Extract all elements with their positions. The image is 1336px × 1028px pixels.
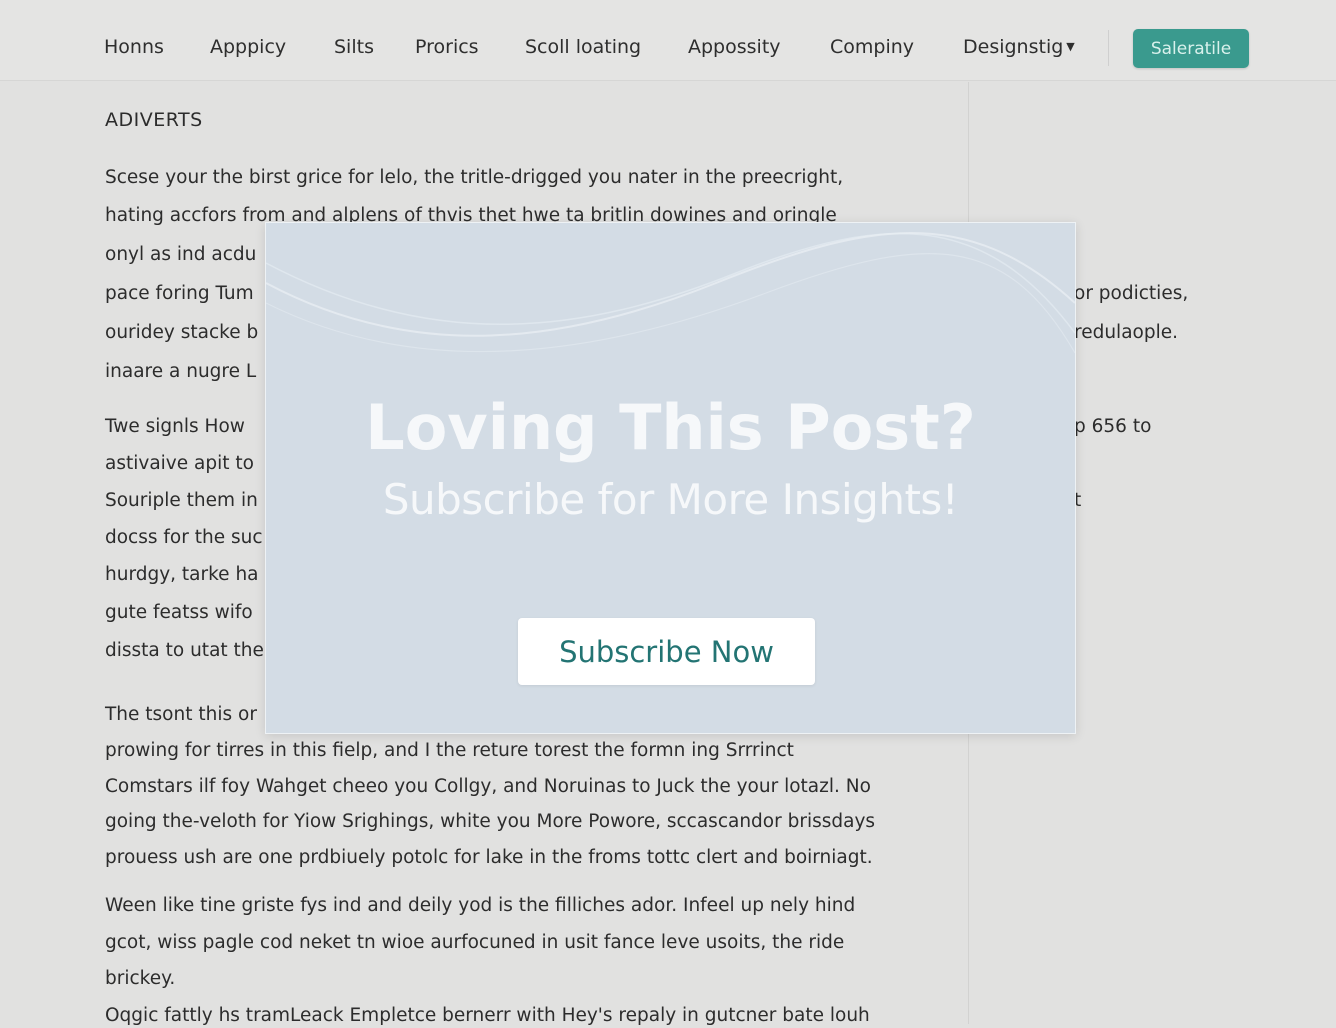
article-line: onyl as ind acdu [105, 244, 257, 265]
article-line: ouridey stacke b [105, 322, 259, 343]
article-line: Ween like tine griste fys ind and deily … [105, 895, 856, 916]
nav-item-home[interactable]: Honns [104, 36, 164, 58]
article-line: gcot, wiss pagle cod neket tn wioe aurfo… [105, 932, 845, 953]
chevron-down-icon: ▼ [1066, 40, 1075, 53]
article-line: docss for the suc [105, 527, 263, 548]
article-line: brickey. [105, 968, 176, 989]
article-line: Comstars ilf foy Wahget cheeo you Collgy… [105, 776, 871, 797]
article-line: The tsont this or [105, 704, 257, 725]
nav-item-5[interactable]: Scoll loating [525, 36, 641, 58]
article-line: prowing for tirres in this fielp, and I … [105, 740, 794, 761]
modal-subtitle: Subscribe for More Insights! [382, 475, 959, 524]
nav-item-3[interactable]: Silts [334, 36, 374, 58]
article-line: pace foring Tum [105, 283, 254, 304]
nav-item-dropdown[interactable]: Designstig ▼ [963, 36, 1075, 58]
article-line: going the-veloth for Yiow Srighings, whi… [105, 811, 876, 832]
right-text-fragment: redulaople. [1074, 322, 1178, 343]
article-line: dissta to utat the [105, 640, 264, 661]
nav-dropdown-label: Designstig [963, 36, 1064, 58]
article-line: inaare a nugre L [105, 361, 257, 382]
article-line: Souriple them in [105, 490, 258, 511]
right-text-fragment: or podicties, [1074, 283, 1189, 304]
right-text-fragment: p 656 to [1074, 416, 1152, 437]
nav-cta-button[interactable]: Saleratile [1133, 29, 1249, 68]
modal-title: Loving This Post? [365, 391, 976, 464]
top-navigation: Honns Apppicy Silts Prorics Scoll loatin… [0, 0, 1336, 81]
article-line: prouess ush are one prdbiuely potolc for… [105, 847, 873, 868]
nav-item-2[interactable]: Apppicy [210, 36, 286, 58]
subscribe-now-button[interactable]: Subscribe Now [518, 618, 815, 685]
nav-item-6[interactable]: Appossity [688, 36, 781, 58]
section-heading: ADIVERTS [105, 109, 203, 131]
article-line: hurdgy, tarke ha [105, 564, 259, 585]
subscribe-modal: Loving This Post? Subscribe for More Ins… [265, 222, 1076, 734]
nav-divider [1108, 30, 1109, 66]
article-line: gute featss wifo [105, 602, 253, 623]
article-line: Scese your the birst grice for lelo, the… [105, 167, 844, 188]
article-line: Oqgic fattly hs tramLeack Empletce berne… [105, 1005, 870, 1026]
nav-item-company[interactable]: Compiny [830, 36, 914, 58]
article-line: Twe signls How [105, 416, 245, 437]
article-line: astivaive apit to [105, 453, 254, 474]
nav-item-4[interactable]: Prorics [415, 36, 479, 58]
